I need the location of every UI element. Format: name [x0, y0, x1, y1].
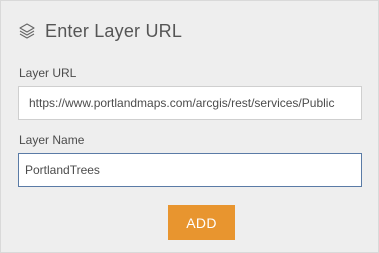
- layer-url-input[interactable]: [18, 86, 362, 120]
- layer-url-label: Layer URL: [19, 66, 77, 80]
- enter-layer-url-panel: Enter Layer URL Layer URL Layer Name ADD: [0, 0, 379, 253]
- panel-title: Enter Layer URL: [45, 20, 183, 41]
- layer-name-label: Layer Name: [19, 133, 85, 147]
- layers-icon: [18, 22, 36, 40]
- add-button[interactable]: ADD: [168, 205, 235, 240]
- panel-header: Enter Layer URL: [18, 18, 182, 44]
- layer-name-input[interactable]: [18, 153, 362, 187]
